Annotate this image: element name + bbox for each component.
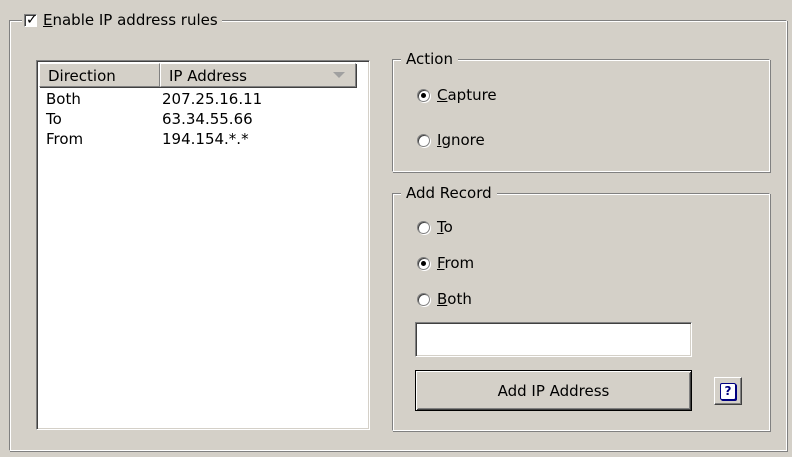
capture-radio[interactable] [417,88,430,102]
add-ip-address-button[interactable]: Add IP Address [415,370,692,411]
list-rows: Both 207.25.16.11 To 63.34.55.66 From 19… [40,90,262,150]
column-header-direction[interactable]: Direction [39,63,160,87]
table-row[interactable]: Both 207.25.16.11 [40,90,262,110]
column-header-ip-address-label: IP Address [169,67,247,85]
help-button[interactable]: ? [714,377,742,405]
table-row[interactable]: From 194.154.*.* [40,130,262,150]
ip-rules-list[interactable]: Direction IP Address Both 207.25.16.11 T… [36,60,370,430]
from-label: From [437,254,475,272]
direction-cell: From [46,130,84,148]
sort-arrow-icon [333,72,345,78]
to-label: To [437,218,453,236]
enable-ip-rules-label: Enable IP address rules [43,11,218,29]
radio-dot-icon [421,92,426,98]
radio-dot-icon [421,260,426,266]
to-radio[interactable] [417,220,430,234]
from-radio[interactable] [417,256,430,270]
ip-cell: 63.34.55.66 [162,110,253,128]
help-icon: ? [720,382,736,400]
add-record-group-title: Add Record [401,184,497,202]
ip-rules-group: ✓ Enable IP address rules Direction IP A… [9,11,787,451]
capture-radio-row[interactable]: Capture [417,86,497,104]
ignore-label: Ignore [437,131,485,149]
add-record-group: Add Record To From Both Add IP Address ? [392,184,770,431]
checkmark-icon: ✓ [26,11,38,28]
direction-cell: Both [46,90,81,108]
direction-cell: To [46,110,62,128]
enable-ip-rules-checkbox[interactable]: ✓ [24,11,38,28]
both-radio-row[interactable]: Both [417,290,472,308]
both-radio[interactable] [417,292,430,306]
to-radio-row[interactable]: To [417,218,453,236]
ip-cell: 207.25.16.11 [162,90,263,108]
from-radio-row[interactable]: From [417,254,474,272]
action-group: Action Capture Ignore [392,50,770,172]
list-header: Direction IP Address [39,63,356,87]
both-label: Both [437,290,472,308]
column-header-ip-address[interactable]: IP Address [160,63,356,87]
top-strip [0,0,792,4]
ip-cell: 194.154.*.* [162,130,249,148]
ip-address-input[interactable] [415,322,692,357]
action-group-title: Action [401,50,458,68]
enable-ip-rules-checkbox-row[interactable]: ✓ Enable IP address rules [22,11,222,29]
capture-label: Capture [437,86,497,104]
table-row[interactable]: To 63.34.55.66 [40,110,262,130]
ignore-radio[interactable] [417,133,430,147]
ignore-radio-row[interactable]: Ignore [417,131,485,149]
